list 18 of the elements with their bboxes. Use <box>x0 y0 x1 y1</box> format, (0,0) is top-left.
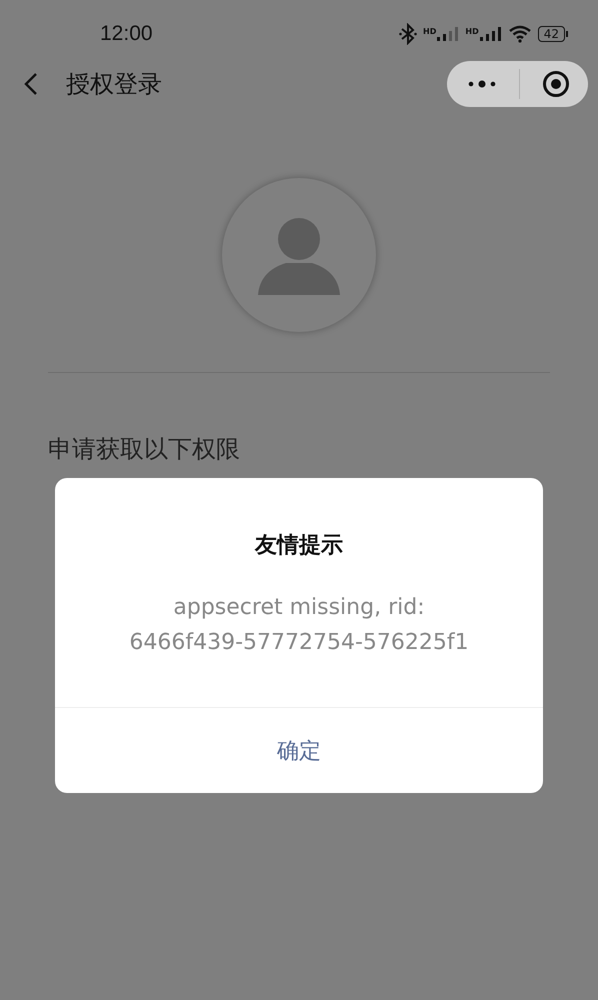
hd-label: HD <box>465 27 479 36</box>
confirm-button[interactable]: 确定 <box>55 708 543 793</box>
hd-label: HD <box>423 27 436 36</box>
close-icon[interactable] <box>542 70 570 98</box>
signal-icon <box>480 27 502 41</box>
battery-level: 42 <box>538 26 565 42</box>
section-heading: 申请获取以下权限 <box>48 434 241 465</box>
more-icon[interactable] <box>467 79 497 89</box>
dialog-title: 友情提示 <box>255 532 343 560</box>
person-icon <box>258 215 340 295</box>
status-time: 12:00 <box>100 22 153 46</box>
dialog-message: 6466f439-57772754-576225f1 <box>129 629 469 657</box>
back-icon[interactable] <box>24 72 38 96</box>
page-title: 授权登录 <box>66 69 163 100</box>
dialog-message: appsecret missing, rid: <box>173 594 425 622</box>
bluetooth-icon <box>399 23 418 45</box>
signal-icon <box>437 27 460 41</box>
wifi-icon <box>508 25 532 43</box>
